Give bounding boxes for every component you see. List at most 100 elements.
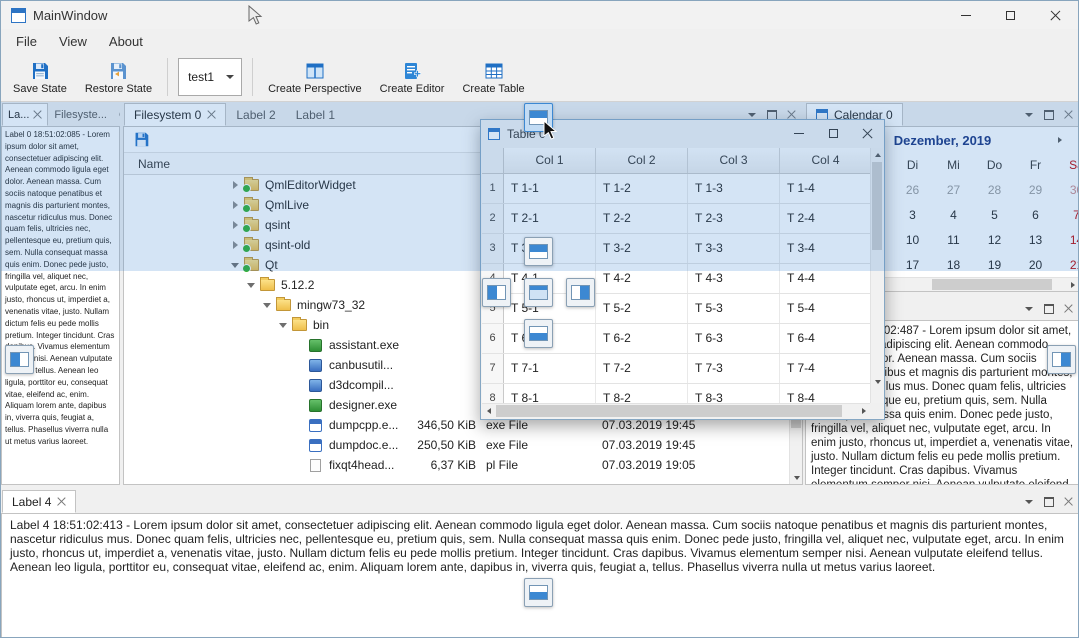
calendar-day[interactable]: 7 — [1056, 203, 1079, 228]
calendar-day[interactable]: 17 — [892, 253, 933, 278]
table-cell[interactable]: T 8-3 — [688, 384, 780, 403]
calendar-month-title[interactable]: Dezember, 2019 — [894, 133, 992, 148]
table-cell[interactable]: T 2-2 — [596, 204, 688, 233]
close-dock-button[interactable] — [1064, 110, 1073, 119]
create-perspective-button[interactable]: Create Perspective — [260, 55, 370, 99]
drop-indicator-area-center[interactable] — [524, 278, 553, 307]
table-cell[interactable]: T 6-4 — [780, 324, 870, 353]
table-cell[interactable]: T 6-2 — [596, 324, 688, 353]
next-month-button[interactable] — [1051, 131, 1069, 149]
floating-table-window[interactable]: Table 0 Col 1 Col 2 Col 3 Col 4 1T 1-1T … — [480, 119, 885, 420]
drop-indicator-bottom-edge[interactable] — [524, 578, 553, 607]
table-corner[interactable] — [482, 148, 504, 173]
table-cell[interactable]: T 2-3 — [688, 204, 780, 233]
tab-close-icon[interactable] — [57, 497, 66, 506]
tabs-menu-button[interactable] — [1020, 494, 1037, 509]
close-dock-button[interactable] — [787, 110, 796, 119]
calendar-day[interactable]: 4 — [933, 203, 974, 228]
table-cell[interactable]: T 7-4 — [780, 354, 870, 383]
drop-indicator-area-bottom[interactable] — [524, 319, 553, 348]
drop-indicator-area-top[interactable] — [524, 237, 553, 266]
tab-label-0[interactable]: La... — [2, 103, 48, 126]
drop-indicator-area-left[interactable] — [482, 278, 511, 307]
table-cell[interactable]: T 3-4 — [780, 234, 870, 263]
drop-indicator-area-right[interactable] — [566, 278, 595, 307]
drop-indicator-top-edge[interactable] — [524, 103, 553, 132]
float-minimize-button[interactable] — [782, 123, 816, 144]
tab-calendar[interactable]: Ca... — [113, 103, 120, 126]
close-dock-button[interactable] — [1064, 304, 1073, 313]
restore-state-button[interactable]: Restore State — [77, 55, 160, 99]
table-horizontal-scrollbar[interactable] — [482, 403, 870, 418]
perspective-combo[interactable]: test1 — [178, 58, 242, 96]
table-cell[interactable]: T 4-4 — [780, 264, 870, 293]
table-cell[interactable]: T 2-1 — [504, 204, 596, 233]
float-maximize-button[interactable] — [816, 123, 850, 144]
row-header[interactable]: 1 — [482, 174, 504, 203]
row-header[interactable]: 3 — [482, 234, 504, 263]
row-header[interactable]: 7 — [482, 354, 504, 383]
calendar-day[interactable]: 21 — [1056, 253, 1079, 278]
tab-filesystem-0[interactable]: Filesystem 0 — [124, 103, 226, 126]
menu-file[interactable]: File — [5, 31, 48, 52]
tab-label-2[interactable]: Label 2 — [226, 103, 285, 126]
maximize-button[interactable] — [988, 1, 1033, 29]
tree-item[interactable]: dumpdoc.e...250,50 KiBexe File07.03.2019… — [124, 435, 788, 455]
table-cell[interactable]: T 3-2 — [596, 234, 688, 263]
scroll-right-icon[interactable] — [1066, 278, 1079, 291]
calendar-day[interactable]: 5 — [974, 203, 1015, 228]
expander-icon[interactable] — [228, 258, 242, 272]
calendar-day[interactable]: 26 — [892, 178, 933, 203]
calendar-day[interactable]: 27 — [933, 178, 974, 203]
calendar-day[interactable]: 6 — [1015, 203, 1056, 228]
table-cell[interactable]: T 5-2 — [596, 294, 688, 323]
table-cell[interactable]: T 8-4 — [780, 384, 870, 403]
tree-item[interactable]: fixqt4head...6,37 KiBpl File07.03.2019 1… — [124, 455, 788, 475]
tab-label-1[interactable]: Label 1 — [286, 103, 345, 126]
expander-icon[interactable] — [228, 238, 242, 252]
create-editor-button[interactable]: Create Editor — [372, 55, 453, 99]
float-close-button[interactable] — [850, 123, 884, 144]
table-cell[interactable]: T 8-2 — [596, 384, 688, 403]
expander-icon[interactable] — [228, 198, 242, 212]
scroll-down-icon[interactable] — [790, 471, 803, 484]
column-header[interactable]: Col 2 — [596, 148, 688, 173]
row-header[interactable]: 8 — [482, 384, 504, 403]
calendar-day[interactable]: 11 — [933, 228, 974, 253]
calendar-day[interactable]: 30 — [1056, 178, 1079, 203]
table-cell[interactable]: T 4-2 — [596, 264, 688, 293]
scrollbar-thumb[interactable] — [932, 279, 1052, 290]
save-icon[interactable] — [133, 131, 150, 148]
expander-icon[interactable] — [228, 218, 242, 232]
table-cell[interactable]: T 1-2 — [596, 174, 688, 203]
tab-close-icon[interactable] — [33, 110, 42, 119]
table-vertical-scrollbar[interactable] — [870, 148, 883, 403]
close-dock-button[interactable] — [1064, 497, 1073, 506]
row-header[interactable]: 2 — [482, 204, 504, 233]
float-dock-button[interactable] — [1040, 301, 1057, 316]
expander-icon[interactable] — [276, 318, 290, 332]
calendar-day[interactable]: 18 — [933, 253, 974, 278]
tab-close-icon[interactable] — [207, 110, 216, 119]
scroll-down-icon[interactable] — [871, 375, 884, 388]
tab-filesystem[interactable]: Filesyste... — [48, 103, 113, 126]
table-cell[interactable]: T 7-2 — [596, 354, 688, 383]
column-header[interactable]: Col 4 — [780, 148, 872, 173]
table-cell[interactable]: T 3-3 — [688, 234, 780, 263]
close-button[interactable] — [1033, 1, 1078, 29]
calendar-day[interactable]: 20 — [1015, 253, 1056, 278]
table-cell[interactable]: T 7-3 — [688, 354, 780, 383]
calendar-day[interactable]: 3 — [892, 203, 933, 228]
drop-indicator-right-edge[interactable] — [1047, 345, 1076, 374]
tab-label-4[interactable]: Label 4 — [2, 490, 76, 513]
tabs-menu-button[interactable] — [1020, 301, 1037, 316]
menu-about[interactable]: About — [98, 31, 154, 52]
menu-view[interactable]: View — [48, 31, 98, 52]
expander-icon[interactable] — [228, 178, 242, 192]
calendar-day[interactable]: 29 — [1015, 178, 1056, 203]
table-cell[interactable]: T 7-1 — [504, 354, 596, 383]
scroll-left-icon[interactable] — [482, 404, 495, 417]
calendar-day[interactable]: 19 — [974, 253, 1015, 278]
create-table-button[interactable]: Create Table — [454, 55, 532, 99]
expander-icon[interactable] — [244, 278, 258, 292]
